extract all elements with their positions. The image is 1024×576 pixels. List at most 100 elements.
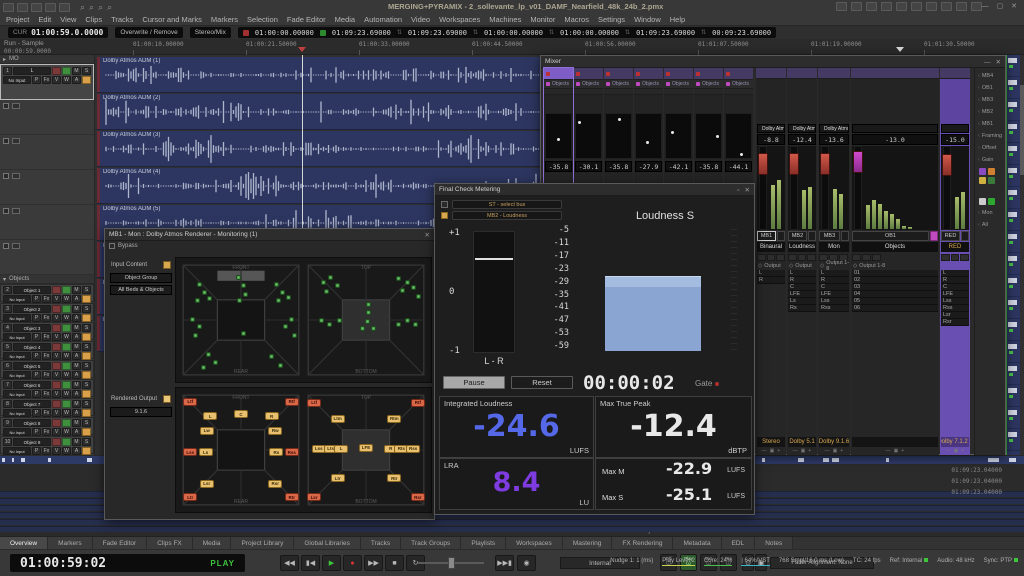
audio-object-dot[interactable] bbox=[366, 310, 371, 315]
output-select[interactable]: ◇Output 1-8 bbox=[818, 262, 850, 270]
input-select[interactable]: No Input bbox=[3, 371, 31, 379]
track-name[interactable]: Object 3 bbox=[13, 324, 51, 332]
bus-id[interactable]: MB2 bbox=[788, 231, 807, 241]
output-select[interactable]: ◇Output bbox=[787, 262, 817, 270]
input-select[interactable]: No Input bbox=[3, 428, 31, 436]
menu-settings[interactable]: Settings bbox=[598, 15, 625, 24]
record-arm-button[interactable] bbox=[52, 400, 61, 408]
pan-dot[interactable] bbox=[646, 141, 649, 144]
snap-icon[interactable] bbox=[866, 2, 877, 11]
mute-button[interactable]: M bbox=[72, 400, 81, 408]
track-header-1[interactable]: 1LMSNo InputPFxVWA bbox=[0, 64, 94, 100]
source-2-checkbox[interactable] bbox=[441, 212, 448, 219]
metering-source-row[interactable]: ST - select bus bbox=[441, 200, 562, 209]
track-a-button[interactable]: A bbox=[72, 333, 81, 341]
audio-object-dot[interactable] bbox=[286, 295, 291, 300]
audio-object-dot[interactable] bbox=[405, 280, 410, 285]
track-group-header[interactable]: ▸MO bbox=[0, 55, 94, 64]
track-name[interactable]: Object 9 bbox=[13, 438, 51, 446]
monitor-button[interactable] bbox=[62, 400, 71, 408]
mute-button[interactable]: M bbox=[72, 67, 81, 75]
color-chip[interactable] bbox=[979, 168, 986, 175]
object-track-row[interactable]: 5Object 4MSNo InputPFxVWA bbox=[0, 341, 94, 359]
audio-object-dot[interactable] bbox=[241, 331, 246, 336]
record-arm-button[interactable] bbox=[52, 362, 61, 370]
menu-fade-editor[interactable]: Fade Editor bbox=[287, 15, 326, 24]
solo-button[interactable]: S bbox=[82, 419, 91, 427]
fader-handle[interactable] bbox=[942, 154, 952, 176]
track-w-button[interactable]: W bbox=[62, 314, 71, 322]
fader-handle[interactable] bbox=[820, 153, 830, 175]
solo-button[interactable]: S bbox=[82, 286, 91, 294]
track-a-button[interactable]: A bbox=[72, 314, 81, 322]
selection-time-4[interactable]: 01:00:00.00000 bbox=[484, 29, 543, 37]
fader-handle[interactable] bbox=[789, 153, 799, 175]
menu-video[interactable]: Video bbox=[411, 15, 430, 24]
track-w-button[interactable]: W bbox=[62, 371, 71, 379]
object-track-row[interactable]: 2Object 1MSNo InputPFxVWA bbox=[0, 284, 94, 302]
mixer-side-item-mon[interactable]: ‹Mon bbox=[975, 207, 1005, 219]
audio-object-dot[interactable] bbox=[206, 352, 211, 357]
record-arm-button[interactable] bbox=[52, 381, 61, 389]
gear-icon[interactable] bbox=[971, 2, 982, 11]
menu-project[interactable]: Project bbox=[6, 15, 29, 24]
menu-view[interactable]: View bbox=[60, 15, 76, 24]
insert-slot[interactable]: Dolby Atmos bbox=[819, 124, 849, 133]
track-fader-tab[interactable] bbox=[82, 390, 91, 398]
bus-strip-mb1[interactable]: Dolby Atmos-8.8MB1Binaural◇OutputLRStere… bbox=[756, 68, 786, 455]
save-as-icon[interactable] bbox=[45, 3, 56, 12]
audio-object-dot[interactable] bbox=[319, 318, 324, 323]
object-track-row[interactable]: 7Object 6MSNo InputPFxVWA bbox=[0, 379, 94, 397]
monitor-button[interactable] bbox=[62, 419, 71, 427]
track-checkbox[interactable] bbox=[3, 243, 9, 249]
track-fx-button[interactable]: Fx bbox=[42, 390, 51, 398]
track-fx-button[interactable]: Fx bbox=[42, 409, 51, 417]
track-p-button[interactable]: P bbox=[32, 352, 41, 360]
menu-edit[interactable]: Edit bbox=[38, 15, 51, 24]
track-fader-tab[interactable] bbox=[82, 295, 91, 303]
menu-machines[interactable]: Machines bbox=[489, 15, 521, 24]
edit-mode-button[interactable]: Overwrite / Remove bbox=[115, 27, 182, 38]
shuttle-button[interactable]: ◉ bbox=[517, 555, 536, 571]
audio-object-dot[interactable] bbox=[371, 326, 376, 331]
record-arm-button[interactable] bbox=[52, 305, 61, 313]
menu-cursor-and-marks[interactable]: Cursor and Marks bbox=[142, 15, 202, 24]
mixer-close-icon[interactable]: ✕ bbox=[996, 59, 1001, 66]
menu-help[interactable]: Help bbox=[670, 15, 685, 24]
bus-id[interactable]: RED bbox=[941, 231, 960, 241]
bus-id[interactable]: MB1 bbox=[757, 231, 776, 241]
renderer-titlebar[interactable]: MB1 - Mon : Dolby Atmos Renderer - Monit… bbox=[105, 229, 434, 241]
selection-time-7[interactable]: 00:09:23.69000 bbox=[712, 29, 771, 37]
pan-xy-pad[interactable] bbox=[545, 113, 572, 159]
audio-object-dot[interactable] bbox=[195, 298, 200, 303]
object-strip-4[interactable]: Objects-27.9 bbox=[634, 68, 663, 199]
selection-time-1[interactable]: 01:00:00.00000 bbox=[255, 29, 314, 37]
renderer-close-icon[interactable]: ✕ bbox=[425, 232, 430, 239]
input-select[interactable]: No Input bbox=[3, 447, 31, 455]
fader-meter-area[interactable] bbox=[819, 146, 849, 230]
menu-automation[interactable]: Automation bbox=[364, 15, 402, 24]
monitor-button[interactable] bbox=[62, 305, 71, 313]
pan-xy-pad[interactable] bbox=[575, 113, 602, 159]
bus-strip-mb2[interactable]: Dolby Atmos-12.4MB2Loudness◇OutputLRCLFE… bbox=[787, 68, 817, 455]
monitor-button[interactable] bbox=[62, 343, 71, 351]
selection-time-6[interactable]: 01:09:23.69000 bbox=[636, 29, 695, 37]
solo-button[interactable]: S bbox=[82, 343, 91, 351]
collapsed-track-row[interactable] bbox=[0, 205, 94, 240]
pan-dot[interactable] bbox=[671, 131, 674, 134]
mute-button[interactable]: M bbox=[72, 305, 81, 313]
track-a-button[interactable]: A bbox=[72, 390, 81, 398]
track-a-button[interactable]: A bbox=[72, 447, 81, 455]
audio-object-dot[interactable] bbox=[335, 283, 340, 288]
track-p-button[interactable]: P bbox=[32, 333, 41, 341]
pan-dot[interactable] bbox=[557, 138, 560, 141]
group-icon[interactable] bbox=[881, 2, 892, 11]
track-a-button[interactable]: A bbox=[72, 409, 81, 417]
loop-icon[interactable] bbox=[896, 2, 907, 11]
track-p-button[interactable]: P bbox=[32, 428, 41, 436]
selection-times[interactable]: 01:00:00.0000001:09:23.69000⇅01:09:23.69… bbox=[238, 27, 776, 38]
object-strip-1[interactable]: Objects-35.8 bbox=[544, 68, 573, 199]
object-track-row[interactable]: 10Object 9MSNo InputPFxVWA bbox=[0, 436, 94, 454]
play-button[interactable]: ▶ bbox=[322, 555, 341, 571]
fader-meter-area[interactable] bbox=[941, 146, 969, 230]
